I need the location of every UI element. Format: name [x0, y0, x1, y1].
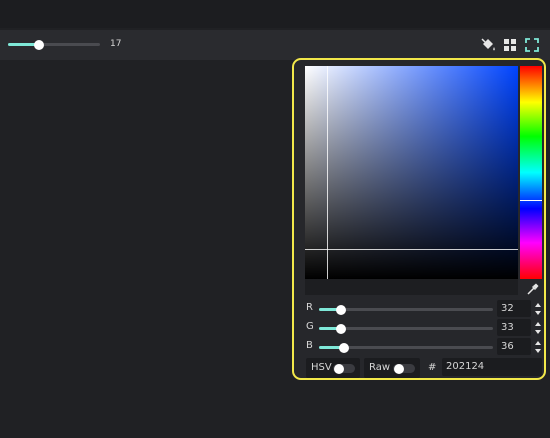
red-slider[interactable] — [319, 304, 493, 315]
raw-toggle[interactable] — [393, 363, 415, 374]
hue-marker[interactable] — [520, 200, 542, 201]
crosshair-vertical — [327, 66, 328, 279]
red-stepper-icon[interactable] — [534, 301, 542, 317]
grid-icon[interactable] — [502, 37, 518, 53]
green-label: G — [306, 321, 314, 332]
red-value-field[interactable]: 32 — [497, 300, 531, 317]
raw-toggle-group[interactable]: Raw — [364, 358, 420, 378]
blue-channel-row: B 36 — [306, 338, 542, 356]
hsv-label: HSV — [311, 362, 332, 373]
color-preview-strip — [305, 279, 518, 295]
green-slider-handle[interactable] — [336, 323, 346, 334]
eyedropper-icon[interactable] — [526, 282, 540, 296]
raw-label: Raw — [369, 362, 391, 373]
blue-slider-handle[interactable] — [339, 342, 349, 353]
paint-bucket-icon[interactable] — [480, 37, 496, 53]
raw-toggle-knob — [394, 363, 404, 374]
red-label: R — [306, 302, 313, 313]
green-stepper-icon[interactable] — [534, 320, 542, 336]
green-value-field[interactable]: 33 — [497, 319, 531, 336]
hex-hash-label: # — [428, 362, 437, 373]
value-gradient — [305, 66, 518, 279]
picker-options-row: HSV Raw # 202124 — [306, 358, 542, 378]
color-picker-panel: R 32 G 33 B 36 HSV Raw # 202124 — [292, 58, 546, 380]
blue-slider[interactable] — [319, 342, 493, 353]
hsv-toggle-group[interactable]: HSV — [306, 358, 360, 378]
blue-stepper-icon[interactable] — [534, 339, 542, 355]
green-slider[interactable] — [319, 323, 493, 334]
hsv-toggle-knob — [334, 363, 344, 374]
red-slider-handle[interactable] — [336, 304, 346, 315]
saturation-value-area[interactable] — [305, 66, 518, 279]
fullscreen-icon[interactable] — [524, 37, 540, 53]
crosshair-horizontal — [305, 249, 518, 250]
blue-value-field[interactable]: 36 — [497, 338, 531, 355]
hue-slider[interactable] — [520, 66, 542, 279]
red-channel-row: R 32 — [306, 300, 542, 318]
blue-label: B — [306, 340, 313, 351]
brush-size-value: 17 — [110, 39, 122, 49]
brush-size-slider-handle[interactable] — [34, 39, 44, 50]
hsv-toggle[interactable] — [333, 363, 355, 374]
green-channel-row: G 33 — [306, 319, 542, 337]
brush-size-slider[interactable] — [8, 39, 100, 50]
top-bar — [0, 0, 550, 28]
hex-input[interactable]: 202124 — [442, 358, 542, 376]
